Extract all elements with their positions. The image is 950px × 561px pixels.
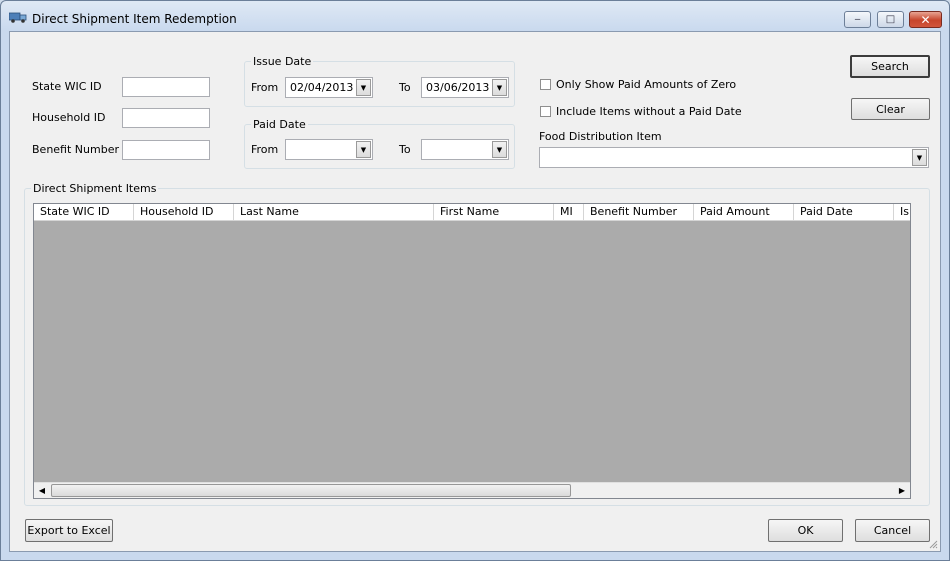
cancel-button[interactable]: Cancel xyxy=(855,519,930,542)
paid-from-label: From xyxy=(251,143,279,156)
paid-to-date-picker[interactable]: ▼ xyxy=(421,139,509,160)
column-header-first-name[interactable]: First Name xyxy=(434,204,554,220)
direct-shipment-items-grid[interactable]: State WIC ID Household ID Last Name Firs… xyxy=(33,203,911,499)
paid-to-label: To xyxy=(399,143,411,156)
issue-date-group: Issue Date From 02/04/2013 ▼ To 03/06/20… xyxy=(244,55,515,107)
arrow-left-icon[interactable]: ◀ xyxy=(34,483,50,498)
horizontal-scrollbar[interactable]: ◀ ▶ xyxy=(34,482,910,498)
chevron-down-icon[interactable]: ▼ xyxy=(492,141,507,158)
column-header-benefit-number[interactable]: Benefit Number xyxy=(584,204,694,220)
title-bar[interactable]: Direct Shipment Item Redemption ‒ □ ✕ xyxy=(1,1,949,31)
chevron-down-icon[interactable]: ▼ xyxy=(492,79,507,96)
issue-from-label: From xyxy=(251,81,279,94)
ok-button[interactable]: OK xyxy=(768,519,843,542)
direct-shipment-items-title: Direct Shipment Items xyxy=(31,182,159,195)
household-id-input[interactable] xyxy=(122,108,210,128)
issue-to-date-picker[interactable]: 03/06/2013 ▼ xyxy=(421,77,509,98)
minimize-icon: ‒ xyxy=(854,14,861,25)
only-zero-label[interactable]: Only Show Paid Amounts of Zero xyxy=(556,78,736,91)
chevron-down-icon[interactable]: ▼ xyxy=(356,141,371,158)
food-distribution-item-label: Food Distribution Item xyxy=(539,130,662,143)
column-header-last-name[interactable]: Last Name xyxy=(234,204,434,220)
resize-grip-icon[interactable] xyxy=(928,539,938,549)
truck-icon xyxy=(9,12,27,23)
close-button[interactable]: ✕ xyxy=(909,11,942,28)
chevron-down-icon[interactable]: ▼ xyxy=(912,149,927,166)
column-header-paid-date[interactable]: Paid Date xyxy=(794,204,894,220)
grid-header: State WIC ID Household ID Last Name Firs… xyxy=(34,204,910,221)
state-wic-id-label: State WIC ID xyxy=(32,80,102,93)
paid-date-title: Paid Date xyxy=(251,118,308,131)
dialog-client-area: State WIC ID Household ID Benefit Number… xyxy=(9,31,941,552)
maximize-button[interactable]: □ xyxy=(877,11,904,28)
column-header-mi[interactable]: MI xyxy=(554,204,584,220)
benefit-number-label: Benefit Number xyxy=(32,143,119,156)
benefit-number-input[interactable] xyxy=(122,140,210,160)
column-header-paid-amount[interactable]: Paid Amount xyxy=(694,204,794,220)
search-button[interactable]: Search xyxy=(850,55,930,78)
column-header-partial[interactable]: Is xyxy=(894,204,910,220)
minimize-button[interactable]: ‒ xyxy=(844,11,871,28)
paid-date-group: Paid Date From ▼ To ▼ xyxy=(244,118,515,169)
paid-from-date-picker[interactable]: ▼ xyxy=(285,139,373,160)
export-to-excel-button[interactable]: Export to Excel xyxy=(25,519,113,542)
close-icon: ✕ xyxy=(920,12,931,27)
food-distribution-item-select[interactable]: ▼ xyxy=(539,147,929,168)
include-no-paid-date-label[interactable]: Include Items without a Paid Date xyxy=(556,105,742,118)
clear-button[interactable]: Clear xyxy=(851,98,930,120)
include-no-paid-date-checkbox[interactable] xyxy=(540,106,551,117)
window-title: Direct Shipment Item Redemption xyxy=(32,12,237,26)
column-header-state-wic-id[interactable]: State WIC ID xyxy=(34,204,134,220)
chevron-down-icon[interactable]: ▼ xyxy=(356,79,371,96)
issue-to-label: To xyxy=(399,81,411,94)
arrow-right-icon[interactable]: ▶ xyxy=(894,483,910,498)
maximize-icon: □ xyxy=(885,14,896,25)
state-wic-id-input[interactable] xyxy=(122,77,210,97)
only-zero-checkbox[interactable] xyxy=(540,79,551,90)
column-header-household-id[interactable]: Household ID xyxy=(134,204,234,220)
issue-from-date-picker[interactable]: 02/04/2013 ▼ xyxy=(285,77,373,98)
dialog-window: Direct Shipment Item Redemption ‒ □ ✕ St… xyxy=(0,0,950,561)
issue-date-title: Issue Date xyxy=(251,55,314,68)
household-id-label: Household ID xyxy=(32,111,106,124)
scrollbar-thumb[interactable] xyxy=(51,484,571,497)
